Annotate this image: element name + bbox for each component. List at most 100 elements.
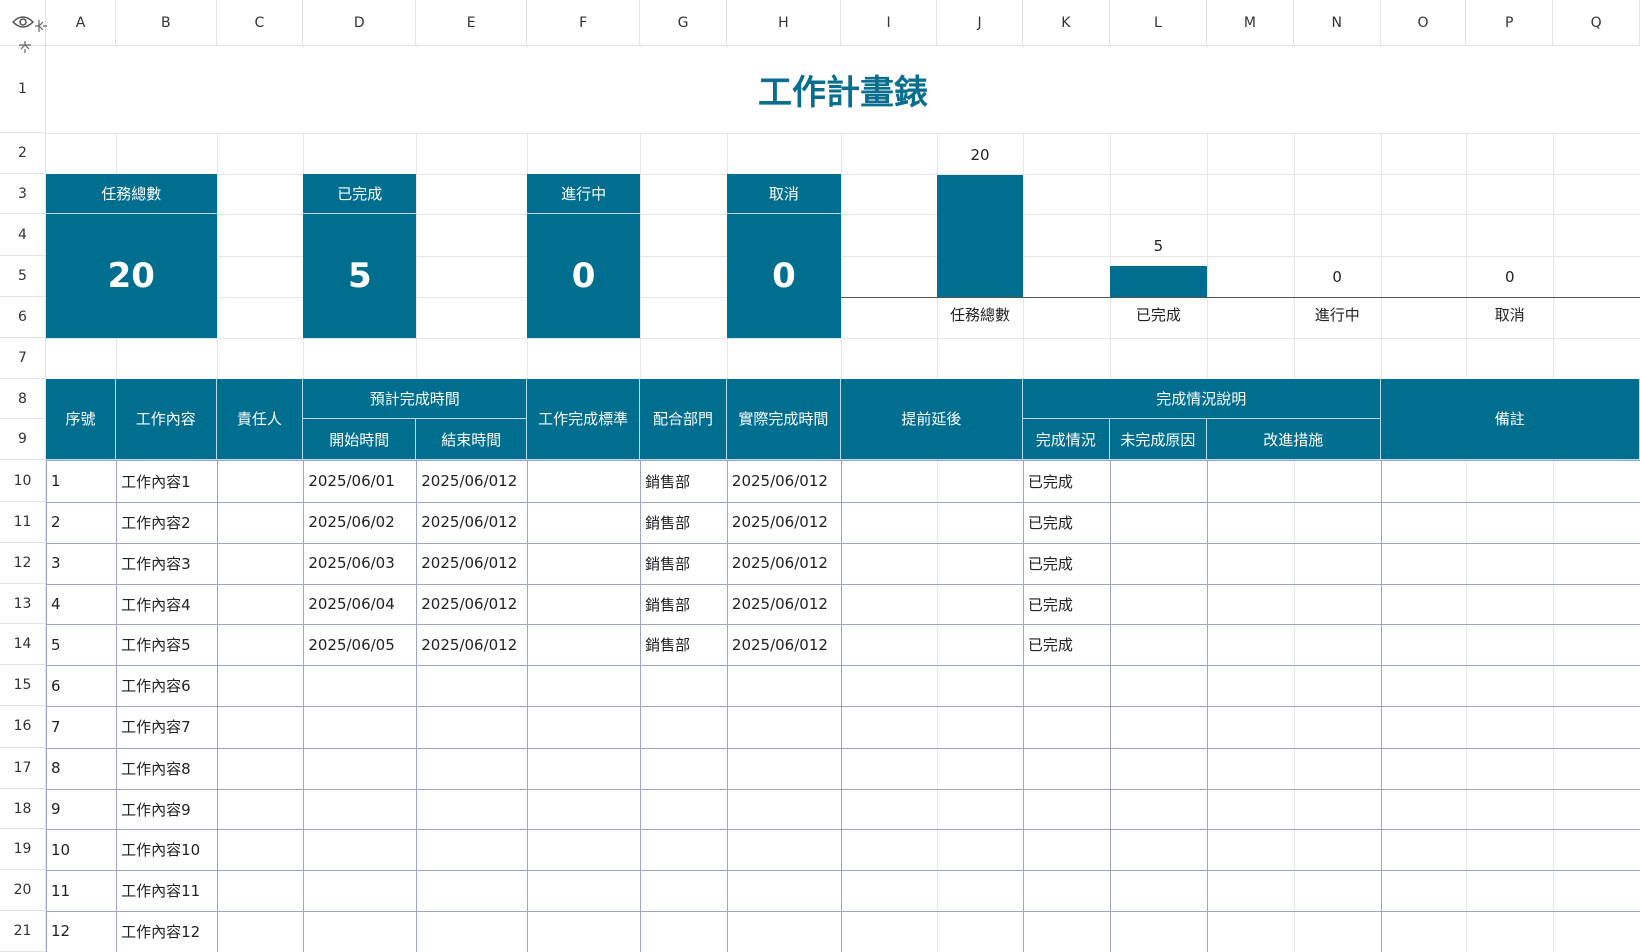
cell-actual[interactable] [727, 789, 841, 830]
row-header-13[interactable]: 13 [0, 583, 47, 625]
cell-actual[interactable] [727, 748, 841, 789]
cell-dept[interactable] [640, 911, 727, 952]
cell-start[interactable] [303, 748, 416, 789]
cell-content[interactable]: 工作內容5 [116, 624, 216, 665]
cell-start[interactable] [303, 911, 416, 952]
cell-dept[interactable]: 銷售部 [640, 624, 727, 665]
cell-content[interactable]: 工作內容2 [116, 502, 216, 543]
cell-start[interactable]: 2025/06/03 [303, 543, 416, 584]
column-header-E[interactable]: E [416, 0, 528, 47]
cell-seq[interactable]: 7 [46, 706, 116, 748]
cell-start[interactable]: 2025/06/04 [303, 584, 416, 625]
row-header-15[interactable]: 15 [0, 665, 47, 706]
cell-actual[interactable]: 2025/06/012 [727, 543, 841, 584]
cell-content[interactable]: 工作內容12 [116, 911, 216, 952]
cell-status[interactable] [1023, 911, 1110, 952]
cell-actual[interactable]: 2025/06/012 [727, 624, 841, 665]
column-header-K[interactable]: K [1022, 0, 1110, 47]
cell-end[interactable] [416, 789, 527, 830]
cell-seq[interactable]: 4 [46, 584, 116, 625]
column-header-M[interactable]: M [1206, 0, 1294, 47]
column-header-P[interactable]: P [1466, 0, 1554, 47]
cell-status[interactable] [1023, 748, 1110, 789]
cell-dept[interactable] [640, 665, 727, 706]
cell-seq[interactable]: 1 [46, 460, 116, 502]
row-header-17[interactable]: 17 [0, 747, 47, 789]
column-header-D[interactable]: D [303, 0, 417, 47]
cell-seq[interactable]: 6 [46, 665, 116, 706]
cell-dept[interactable] [640, 789, 727, 830]
cell-seq[interactable]: 2 [46, 502, 116, 543]
cell-end[interactable]: 2025/06/012 [416, 543, 527, 584]
cell-end[interactable] [416, 829, 527, 870]
cell-status[interactable] [1023, 870, 1110, 911]
column-header-F[interactable]: F [527, 0, 641, 47]
cell-status[interactable] [1023, 829, 1110, 870]
cell-end[interactable] [416, 706, 527, 748]
cell-content[interactable]: 工作內容4 [116, 584, 216, 625]
column-header-H[interactable]: H [726, 0, 841, 47]
cell-start[interactable]: 2025/06/01 [303, 460, 416, 502]
column-header-C[interactable]: C [216, 0, 304, 47]
cell-status[interactable]: 已完成 [1023, 584, 1110, 625]
row-header-14[interactable]: 14 [0, 624, 47, 666]
row-header-5[interactable]: 5 [0, 256, 47, 298]
column-header-A[interactable]: A [46, 0, 117, 47]
row-header-9[interactable]: 9 [0, 419, 47, 461]
row-header-18[interactable]: 18 [0, 788, 47, 830]
cell-seq[interactable]: 9 [46, 789, 116, 830]
cell-actual[interactable] [727, 706, 841, 748]
column-header-Q[interactable]: Q [1553, 0, 1640, 47]
cell-actual[interactable] [727, 665, 841, 706]
row-header-1[interactable]: 1 [0, 46, 47, 133]
cell-end[interactable]: 2025/06/012 [416, 502, 527, 543]
cell-content[interactable]: 工作內容9 [116, 789, 216, 830]
row-header-2[interactable]: 2 [0, 132, 47, 174]
cell-content[interactable]: 工作內容11 [116, 870, 216, 911]
row-header-11[interactable]: 11 [0, 502, 47, 543]
cell-start[interactable] [303, 665, 416, 706]
cell-dept[interactable]: 銷售部 [640, 502, 727, 543]
freeze-panes-icon[interactable] [17, 18, 53, 54]
cell-end[interactable] [416, 748, 527, 789]
cell-actual[interactable] [727, 911, 841, 952]
cell-end[interactable]: 2025/06/012 [416, 624, 527, 665]
cell-status[interactable]: 已完成 [1023, 502, 1110, 543]
cell-seq[interactable]: 5 [46, 624, 116, 665]
cell-end[interactable]: 2025/06/012 [416, 460, 527, 502]
cell-content[interactable]: 工作內容8 [116, 748, 216, 789]
cell-dept[interactable]: 銷售部 [640, 460, 727, 502]
cell-seq[interactable]: 8 [46, 748, 116, 789]
cell-actual[interactable]: 2025/06/012 [727, 460, 841, 502]
cell-content[interactable]: 工作內容10 [116, 829, 216, 870]
cell-dept[interactable] [640, 829, 727, 870]
cell-end[interactable] [416, 870, 527, 911]
cell-start[interactable]: 2025/06/02 [303, 502, 416, 543]
cell-seq[interactable]: 3 [46, 543, 116, 584]
row-header-19[interactable]: 19 [0, 829, 47, 871]
cell-dept[interactable] [640, 748, 727, 789]
cell-content[interactable]: 工作內容6 [116, 665, 216, 706]
row-header-12[interactable]: 12 [0, 542, 47, 584]
cell-end[interactable] [416, 665, 527, 706]
row-header-10[interactable]: 10 [0, 460, 47, 503]
cell-content[interactable]: 工作內容1 [116, 460, 216, 502]
cell-actual[interactable]: 2025/06/012 [727, 502, 841, 543]
cell-seq[interactable]: 10 [46, 829, 116, 870]
row-header-16[interactable]: 16 [0, 705, 47, 748]
column-header-I[interactable]: I [840, 0, 938, 47]
cell-seq[interactable]: 12 [46, 911, 116, 952]
cell-status[interactable] [1023, 706, 1110, 748]
cell-start[interactable] [303, 870, 416, 911]
cell-start[interactable] [303, 829, 416, 870]
row-header-7[interactable]: 7 [0, 337, 47, 379]
column-header-O[interactable]: O [1380, 0, 1467, 47]
cell-actual[interactable] [727, 870, 841, 911]
cell-actual[interactable]: 2025/06/012 [727, 584, 841, 625]
column-header-G[interactable]: G [640, 0, 727, 47]
cell-start[interactable] [303, 706, 416, 748]
cell-status[interactable]: 已完成 [1023, 543, 1110, 584]
cell-content[interactable]: 工作內容3 [116, 543, 216, 584]
cell-end[interactable]: 2025/06/012 [416, 584, 527, 625]
cell-status[interactable]: 已完成 [1023, 460, 1110, 502]
